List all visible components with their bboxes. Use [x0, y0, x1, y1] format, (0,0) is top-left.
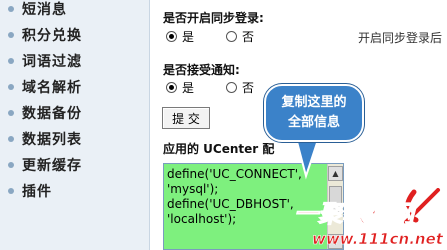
bullet-icon: [8, 6, 14, 12]
radio-unchecked-icon: [226, 30, 237, 42]
sidebar-item-label: 域名解析: [22, 80, 82, 96]
callout-line-2: 全部信息: [287, 115, 340, 130]
radio-label: 否: [242, 80, 255, 95]
sidebar-item-label: 词语过滤: [22, 54, 82, 70]
notify-no-radio[interactable]: 否: [226, 78, 254, 96]
svg-text:www.111cn.net: www.111cn.net: [312, 230, 444, 248]
bullet-icon: [8, 110, 14, 116]
site-watermark-logo: 一聚教程网 www.111cn.net: [294, 188, 444, 248]
sidebar: 短消息 积分兑换 词语过滤 域名解析 数据备份 数据列表 更新缓存 插件: [0, 0, 150, 250]
sync-login-hint: 开启同步登录后: [358, 31, 443, 45]
scroll-up-icon[interactable]: ▲: [328, 166, 343, 181]
sync-login-label: 是否开启同步登录:: [163, 11, 264, 25]
callout-annotation: 复制这里的 全部信息: [264, 84, 364, 142]
sidebar-item-label: 更新缓存: [22, 158, 82, 174]
sidebar-item-plugins[interactable]: 插件: [0, 178, 150, 204]
radio-checked-icon: [166, 81, 177, 93]
callout-line-1: 复制这里的: [281, 95, 347, 110]
radio-checked-icon: [166, 30, 177, 42]
svg-text:一聚教程网: 一聚教程网: [294, 200, 418, 228]
sidebar-item-label: 数据列表: [22, 132, 82, 148]
bullet-icon: [8, 136, 14, 142]
notify-yes-radio[interactable]: 是: [166, 78, 194, 96]
radio-label: 否: [242, 29, 255, 44]
radio-unchecked-icon: [226, 81, 237, 93]
sidebar-item-data-backup[interactable]: 数据备份: [0, 100, 150, 126]
sidebar-item-messages[interactable]: 短消息: [0, 0, 150, 22]
bullet-icon: [8, 84, 14, 90]
radio-label: 是: [182, 80, 195, 95]
notify-label: 是否接受通知:: [163, 63, 240, 77]
sidebar-item-label: 短消息: [22, 2, 67, 18]
bullet-icon: [8, 162, 14, 168]
sidebar-item-label: 插件: [22, 184, 52, 200]
ucenter-config-label: 应用的 UCenter 配: [163, 142, 275, 156]
sidebar-item-credit-exchange[interactable]: 积分兑换: [0, 22, 150, 48]
sidebar-item-data-list[interactable]: 数据列表: [0, 126, 150, 152]
sidebar-item-domain-resolve[interactable]: 域名解析: [0, 74, 150, 100]
bullet-icon: [8, 58, 14, 64]
submit-button[interactable]: 提 交: [162, 107, 210, 129]
sidebar-item-label: 数据备份: [22, 106, 82, 122]
sync-login-yes-radio[interactable]: 是: [166, 27, 194, 45]
sync-login-no-radio[interactable]: 否: [226, 27, 254, 45]
bullet-icon: [8, 32, 14, 38]
radio-label: 是: [182, 29, 195, 44]
sidebar-item-label: 积分兑换: [22, 28, 82, 44]
bullet-icon: [8, 188, 14, 194]
sidebar-item-word-filter[interactable]: 词语过滤: [0, 48, 150, 74]
sidebar-item-update-cache[interactable]: 更新缓存: [0, 152, 150, 178]
